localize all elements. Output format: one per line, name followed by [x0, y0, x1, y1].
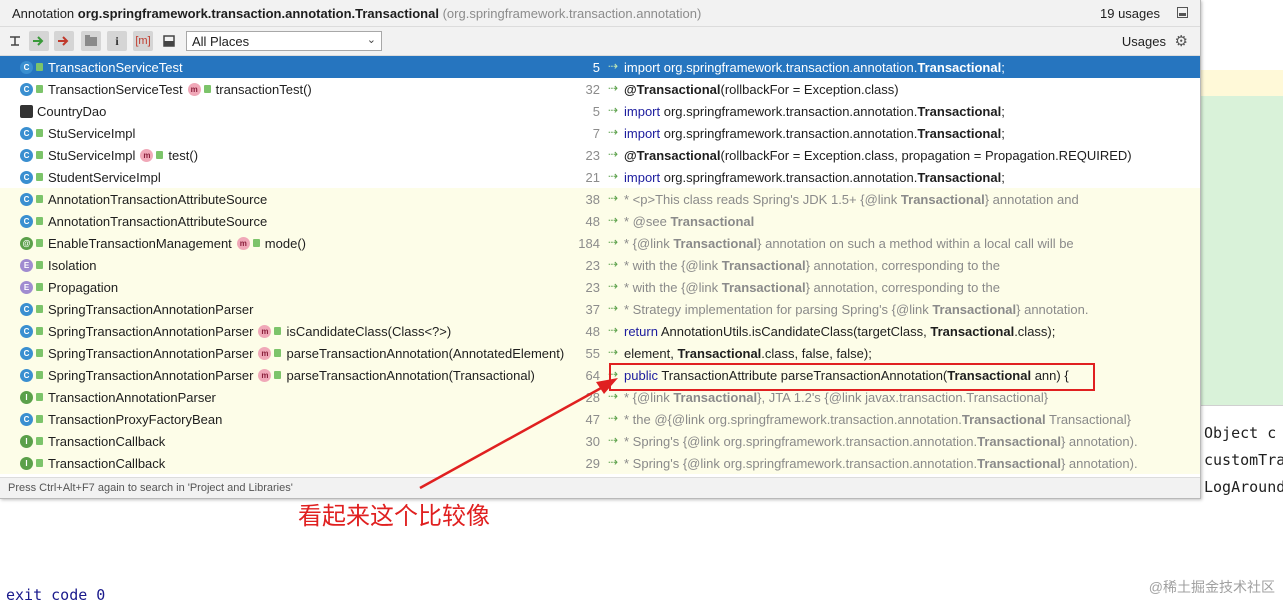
annotation-text: 看起来这个比较像	[298, 502, 490, 530]
annotation-arrow	[419, 378, 618, 490]
